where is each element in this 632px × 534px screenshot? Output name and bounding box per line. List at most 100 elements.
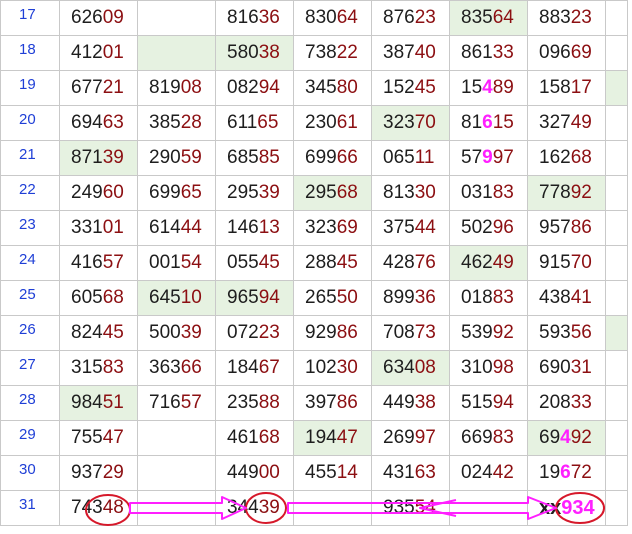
result-cell: 23061 (293, 105, 372, 141)
number-suffix: 49 (492, 252, 514, 273)
number-prefix: 387 (383, 42, 415, 63)
result-cell (605, 315, 628, 351)
number-suffix: 73 (414, 322, 436, 343)
result-cell: 89936 (371, 280, 450, 316)
number-suffix: 80 (336, 77, 358, 98)
result-cell (605, 0, 628, 36)
number-suffix: 69 (336, 217, 358, 238)
number-prefix: 580 (227, 42, 259, 63)
number-prefix: 249 (71, 182, 103, 203)
number-prefix: 082 (227, 77, 259, 98)
result-cell (605, 455, 628, 491)
number-prefix: 69 (539, 427, 561, 448)
number-prefix: 813 (383, 182, 415, 203)
result-cell: 44900 (215, 455, 294, 491)
result-cell: 16268 (527, 140, 606, 176)
number-suffix: 36 (258, 7, 280, 28)
row-number: 28 (0, 385, 60, 421)
number-prefix: 295 (227, 182, 259, 203)
number-prefix: 065 (383, 147, 415, 168)
number-suffix: 48 (102, 497, 124, 518)
number-suffix: 34 (572, 496, 595, 519)
number-prefix: 018 (461, 287, 493, 308)
result-cell: 45514 (293, 455, 372, 491)
number-prefix: 315 (71, 357, 103, 378)
number-suffix: 01 (102, 217, 124, 238)
table-row: 25 60568 64510 96594 26550 89936 01883 43841 (0, 280, 628, 316)
result-cell: 71657 (137, 385, 216, 421)
number-suffix: 60 (102, 182, 124, 203)
row-number: 22 (0, 175, 60, 211)
result-cell: 88323 (527, 0, 606, 36)
result-cell: 18467 (215, 350, 294, 386)
result-cell: 95786 (527, 210, 606, 246)
number-suffix: 92 (570, 427, 592, 448)
number-prefix: 152 (383, 77, 415, 98)
result-cell (605, 70, 628, 106)
result-cell: 14613 (215, 210, 294, 246)
result-cell: 05545 (215, 245, 294, 281)
result-cell: 43841 (527, 280, 606, 316)
number-prefix: 634 (383, 357, 415, 378)
number-suffix: 68 (570, 147, 592, 168)
number-prefix: 288 (305, 252, 337, 273)
result-cell: 32749 (527, 105, 606, 141)
result-cell: 82445 (59, 315, 138, 351)
result-cell: 37544 (371, 210, 450, 246)
result-cell: 81636 (215, 0, 294, 36)
number-suffix: 23 (258, 322, 280, 343)
number-suffix: 08 (180, 77, 202, 98)
result-cell (137, 35, 216, 71)
number-prefix: 645 (149, 287, 181, 308)
row-number: 25 (0, 280, 60, 316)
result-cell: 64510 (137, 280, 216, 316)
result-cell (605, 490, 628, 526)
number-suffix: 42 (492, 462, 514, 483)
table-row: 20 69463 38528 61165 23061 32370 81615 32749 (0, 105, 628, 141)
result-cell: 20833 (527, 385, 606, 421)
table-row: 17 62609 81636 83064 87623 83564 88323 (0, 0, 628, 36)
result-cell: 08294 (215, 70, 294, 106)
number-prefix: 428 (383, 252, 415, 273)
number-prefix: 614 (149, 217, 181, 238)
row-number: 29 (0, 420, 60, 456)
result-cell: 68585 (215, 140, 294, 176)
number-prefix: xx (539, 496, 562, 519)
number-prefix: 462 (461, 252, 493, 273)
number-prefix: 915 (539, 252, 571, 273)
result-cell: 29539 (215, 175, 294, 211)
row-number: 26 (0, 315, 60, 351)
number-prefix: 146 (227, 217, 259, 238)
table-row: 30 93729 44900 45514 43163 02442 19672 (0, 455, 628, 491)
result-cell: 38528 (137, 105, 216, 141)
result-cell: 58038 (215, 35, 294, 71)
number-suffix: 94 (492, 392, 514, 413)
number-suffix: 54 (180, 252, 202, 273)
number-prefix: 677 (71, 77, 103, 98)
result-cell: 34439 (215, 490, 294, 526)
number-prefix: 699 (149, 182, 181, 203)
result-cell (605, 210, 628, 246)
result-cell: 87623 (371, 0, 450, 36)
table-row: 24 41657 00154 05545 28845 42876 46249 91570 (0, 245, 628, 281)
number-prefix: 835 (461, 7, 493, 28)
number-suffix: 45 (414, 77, 436, 98)
number-prefix: 397 (305, 392, 337, 413)
number-prefix: 375 (383, 217, 415, 238)
result-cell: 51594 (449, 385, 528, 421)
result-cell: 60568 (59, 280, 138, 316)
result-cell: 69966 (293, 140, 372, 176)
result-cell: 15817 (527, 70, 606, 106)
number-suffix: 00 (258, 462, 280, 483)
table-row: 26 82445 50039 07223 92986 70873 53992 59356 (0, 315, 628, 351)
number-suffix: 15 (492, 112, 514, 133)
number-suffix: 57 (102, 252, 124, 273)
number-suffix: 36 (414, 287, 436, 308)
highlighted-digit: 9 (482, 147, 493, 168)
number-prefix: 694 (71, 112, 103, 133)
number-suffix: 83 (492, 427, 514, 448)
number-prefix: 57 (461, 147, 483, 168)
number-suffix: 50 (336, 287, 358, 308)
result-cell (137, 420, 216, 456)
result-cell: 39786 (293, 385, 372, 421)
